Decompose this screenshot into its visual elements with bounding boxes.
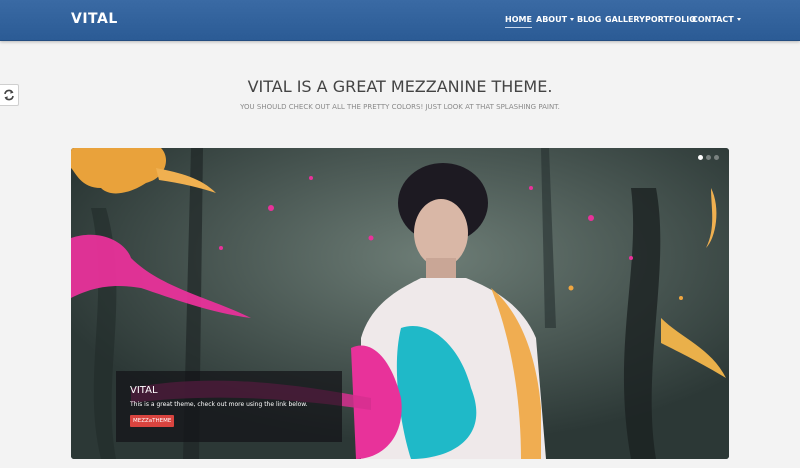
page-subtitle: YOU SHOULD CHECK OUT ALL THE PRETTY COLO… (240, 103, 560, 111)
slide-caption: VITAL This is a great theme, check out m… (116, 371, 342, 442)
slider-dot[interactable] (714, 155, 719, 160)
nav-item-gallery[interactable]: GALLERY (605, 15, 645, 24)
chevron-down-icon (736, 18, 741, 21)
caption-text: This is a great theme, check out more us… (130, 401, 308, 408)
caption-title: VITAL (130, 385, 158, 396)
slider-dot[interactable] (706, 155, 711, 160)
slider-dot[interactable] (698, 155, 703, 160)
slider-pagination (698, 155, 719, 160)
page-title: VITAL IS A GREAT MEZZANINE THEME. (247, 77, 553, 96)
top-navbar: VITAL HOME ABOUT BLOG GALLERY PORTFOLIO … (0, 0, 800, 41)
nav-item-home[interactable]: HOME (505, 15, 532, 28)
nav-item-portfolio[interactable]: PORTFOLIO (645, 15, 696, 24)
brand-logo[interactable]: VITAL (71, 11, 118, 27)
hero-slider[interactable]: VITAL This is a great theme, check out m… (71, 148, 729, 459)
chevron-down-icon (570, 18, 575, 21)
nav-item-about[interactable]: ABOUT (536, 15, 575, 24)
caption-button[interactable]: MEZZaTHEME (130, 415, 175, 427)
nav-item-contact[interactable]: CONTACT (692, 15, 741, 24)
nav-item-blog[interactable]: BLOG (577, 15, 601, 24)
